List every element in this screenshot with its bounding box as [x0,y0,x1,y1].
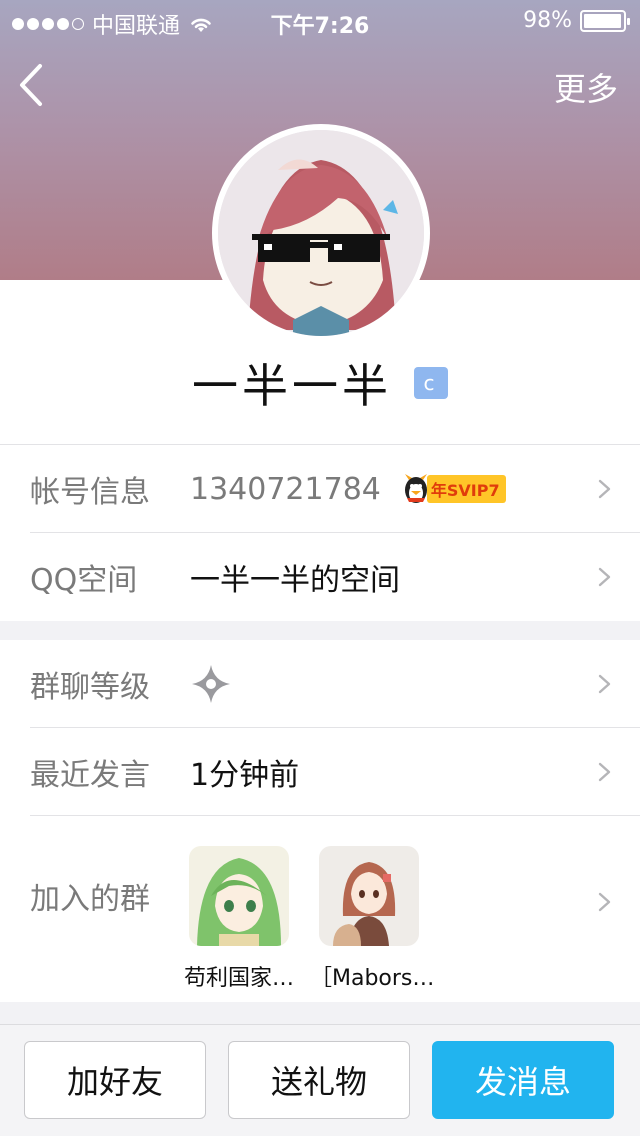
chevron-right-icon [598,674,611,694]
account-info-row[interactable]: 帐号信息 1340721784 年SVIP7 [0,445,640,533]
recent-post-label: 最近发言 [30,758,150,793]
battery-icon [580,9,630,32]
nickname: 一半一半 c [0,350,640,416]
group-avatar [189,846,289,946]
group-level-label: 群聊等级 [30,670,150,705]
svip-badge: 年SVIP7 [399,472,506,506]
group-item[interactable]: ［Mabors… [310,846,435,992]
group-name: ［Mabors… [310,966,435,991]
qzone-value: 一半一半的空间 [190,563,400,598]
back-chevron-icon[interactable] [14,60,54,110]
more-button[interactable]: 更多 [554,64,618,110]
svip-label: 年SVIP7 [426,475,506,503]
qzone-row[interactable]: QQ空间 一半一半的空间 [0,533,640,621]
group-level-row[interactable]: 群聊等级 [0,640,640,728]
chevron-right-icon [598,892,611,912]
recent-post-row[interactable]: 最近发言 1分钟前 [0,728,640,816]
level-badge[interactable]: c [414,367,448,399]
battery-percent: 98% [523,8,572,33]
chevron-right-icon [598,567,611,587]
chevron-right-icon [598,479,611,499]
level-star-icon [192,665,230,703]
group-avatar [319,846,419,946]
account-info-label: 帐号信息 [30,475,150,510]
qq-number: 1340721784 [190,471,381,507]
joined-groups-label: 加入的群 [30,882,150,917]
group-name: 苟利国家… [183,966,294,991]
status-bar: 中国联通 下午7:26 98% [0,0,640,40]
group-section: 群聊等级 最近发言 1分钟前 加入的群 苟利国家… ［Mabors… [0,640,640,1002]
qzone-label: QQ空间 [30,563,138,598]
account-section: 帐号信息 1340721784 年SVIP7 QQ空间 一半一半的空间 [0,444,640,621]
avatar[interactable] [212,124,430,342]
recent-post-value: 1分钟前 [190,758,300,793]
nickname-text: 一半一半 [192,359,392,413]
send-message-button[interactable]: 发消息 [432,1041,614,1119]
send-gift-button[interactable]: 送礼物 [228,1041,410,1119]
action-bar: 加好友 送礼物 发消息 [0,1024,640,1136]
joined-groups-row[interactable]: 加入的群 苟利国家… ［Mabors… [0,816,640,1002]
chevron-right-icon [598,762,611,782]
group-item[interactable]: 苟利国家… [180,846,298,992]
add-friend-button[interactable]: 加好友 [24,1041,206,1119]
